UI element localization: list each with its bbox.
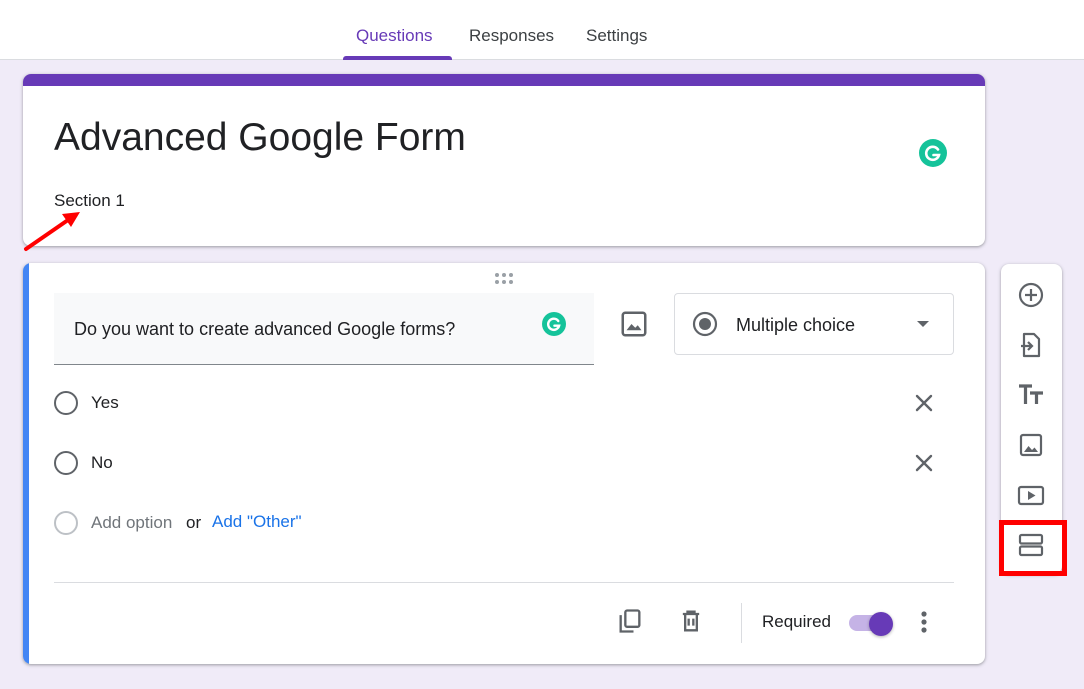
tab-questions[interactable]: Questions [356,26,433,46]
add-video-icon[interactable] [1016,480,1046,510]
import-questions-icon[interactable] [1016,330,1046,360]
grammarly-icon[interactable] [542,312,566,336]
red-highlight-box [999,520,1067,576]
add-title-icon[interactable] [1016,380,1046,410]
section-label[interactable]: Section 1 [54,191,125,211]
radio-button-icon [692,311,718,337]
tab-settings[interactable]: Settings [586,26,647,46]
question-card[interactable]: Do you want to create advanced Google fo… [23,263,985,664]
option-radio [54,451,78,475]
form-title[interactable]: Advanced Google Form [54,116,466,160]
add-question-icon[interactable] [1016,280,1046,310]
grammarly-icon[interactable] [919,139,947,167]
required-label: Required [762,612,831,631]
add-image-icon[interactable] [1016,430,1046,460]
add-option-radio [54,511,78,535]
question-type-dropdown[interactable]: Multiple choice [674,293,954,355]
title-color-band [23,74,985,86]
active-tab-indicator [343,56,452,60]
red-arrow-annotation [24,212,80,251]
question-type-label: Multiple choice [736,315,856,335]
footer-vertical-divider [741,603,742,643]
add-other-button[interactable]: Add "Other" [212,512,302,532]
required-toggle-knob[interactable] [869,612,893,636]
duplicate-icon[interactable] [616,607,644,635]
tab-responses[interactable]: Responses [469,26,554,46]
or-text: or [186,513,202,532]
form-title-card[interactable]: Advanced Google Form Section 1 [23,74,985,246]
insert-image-icon[interactable] [619,309,649,339]
question-input[interactable]: Do you want to create advanced Google fo… [54,293,594,365]
top-bar: Questions Responses Settings [0,0,1084,60]
remove-option-icon[interactable] [912,391,936,415]
remove-option-icon[interactable] [912,451,936,475]
dropdown-arrow-icon [917,321,929,327]
more-options-icon[interactable] [913,607,935,637]
option-radio [54,391,78,415]
question-text[interactable]: Do you want to create advanced Google fo… [74,319,455,340]
drag-handle-icon[interactable] [494,272,514,284]
footer-divider [54,582,954,583]
delete-icon[interactable] [677,607,705,635]
option-label[interactable]: Yes [91,393,119,413]
active-question-indicator [23,263,29,664]
option-label[interactable]: No [91,453,113,473]
add-option-button[interactable]: Add option [91,513,172,533]
